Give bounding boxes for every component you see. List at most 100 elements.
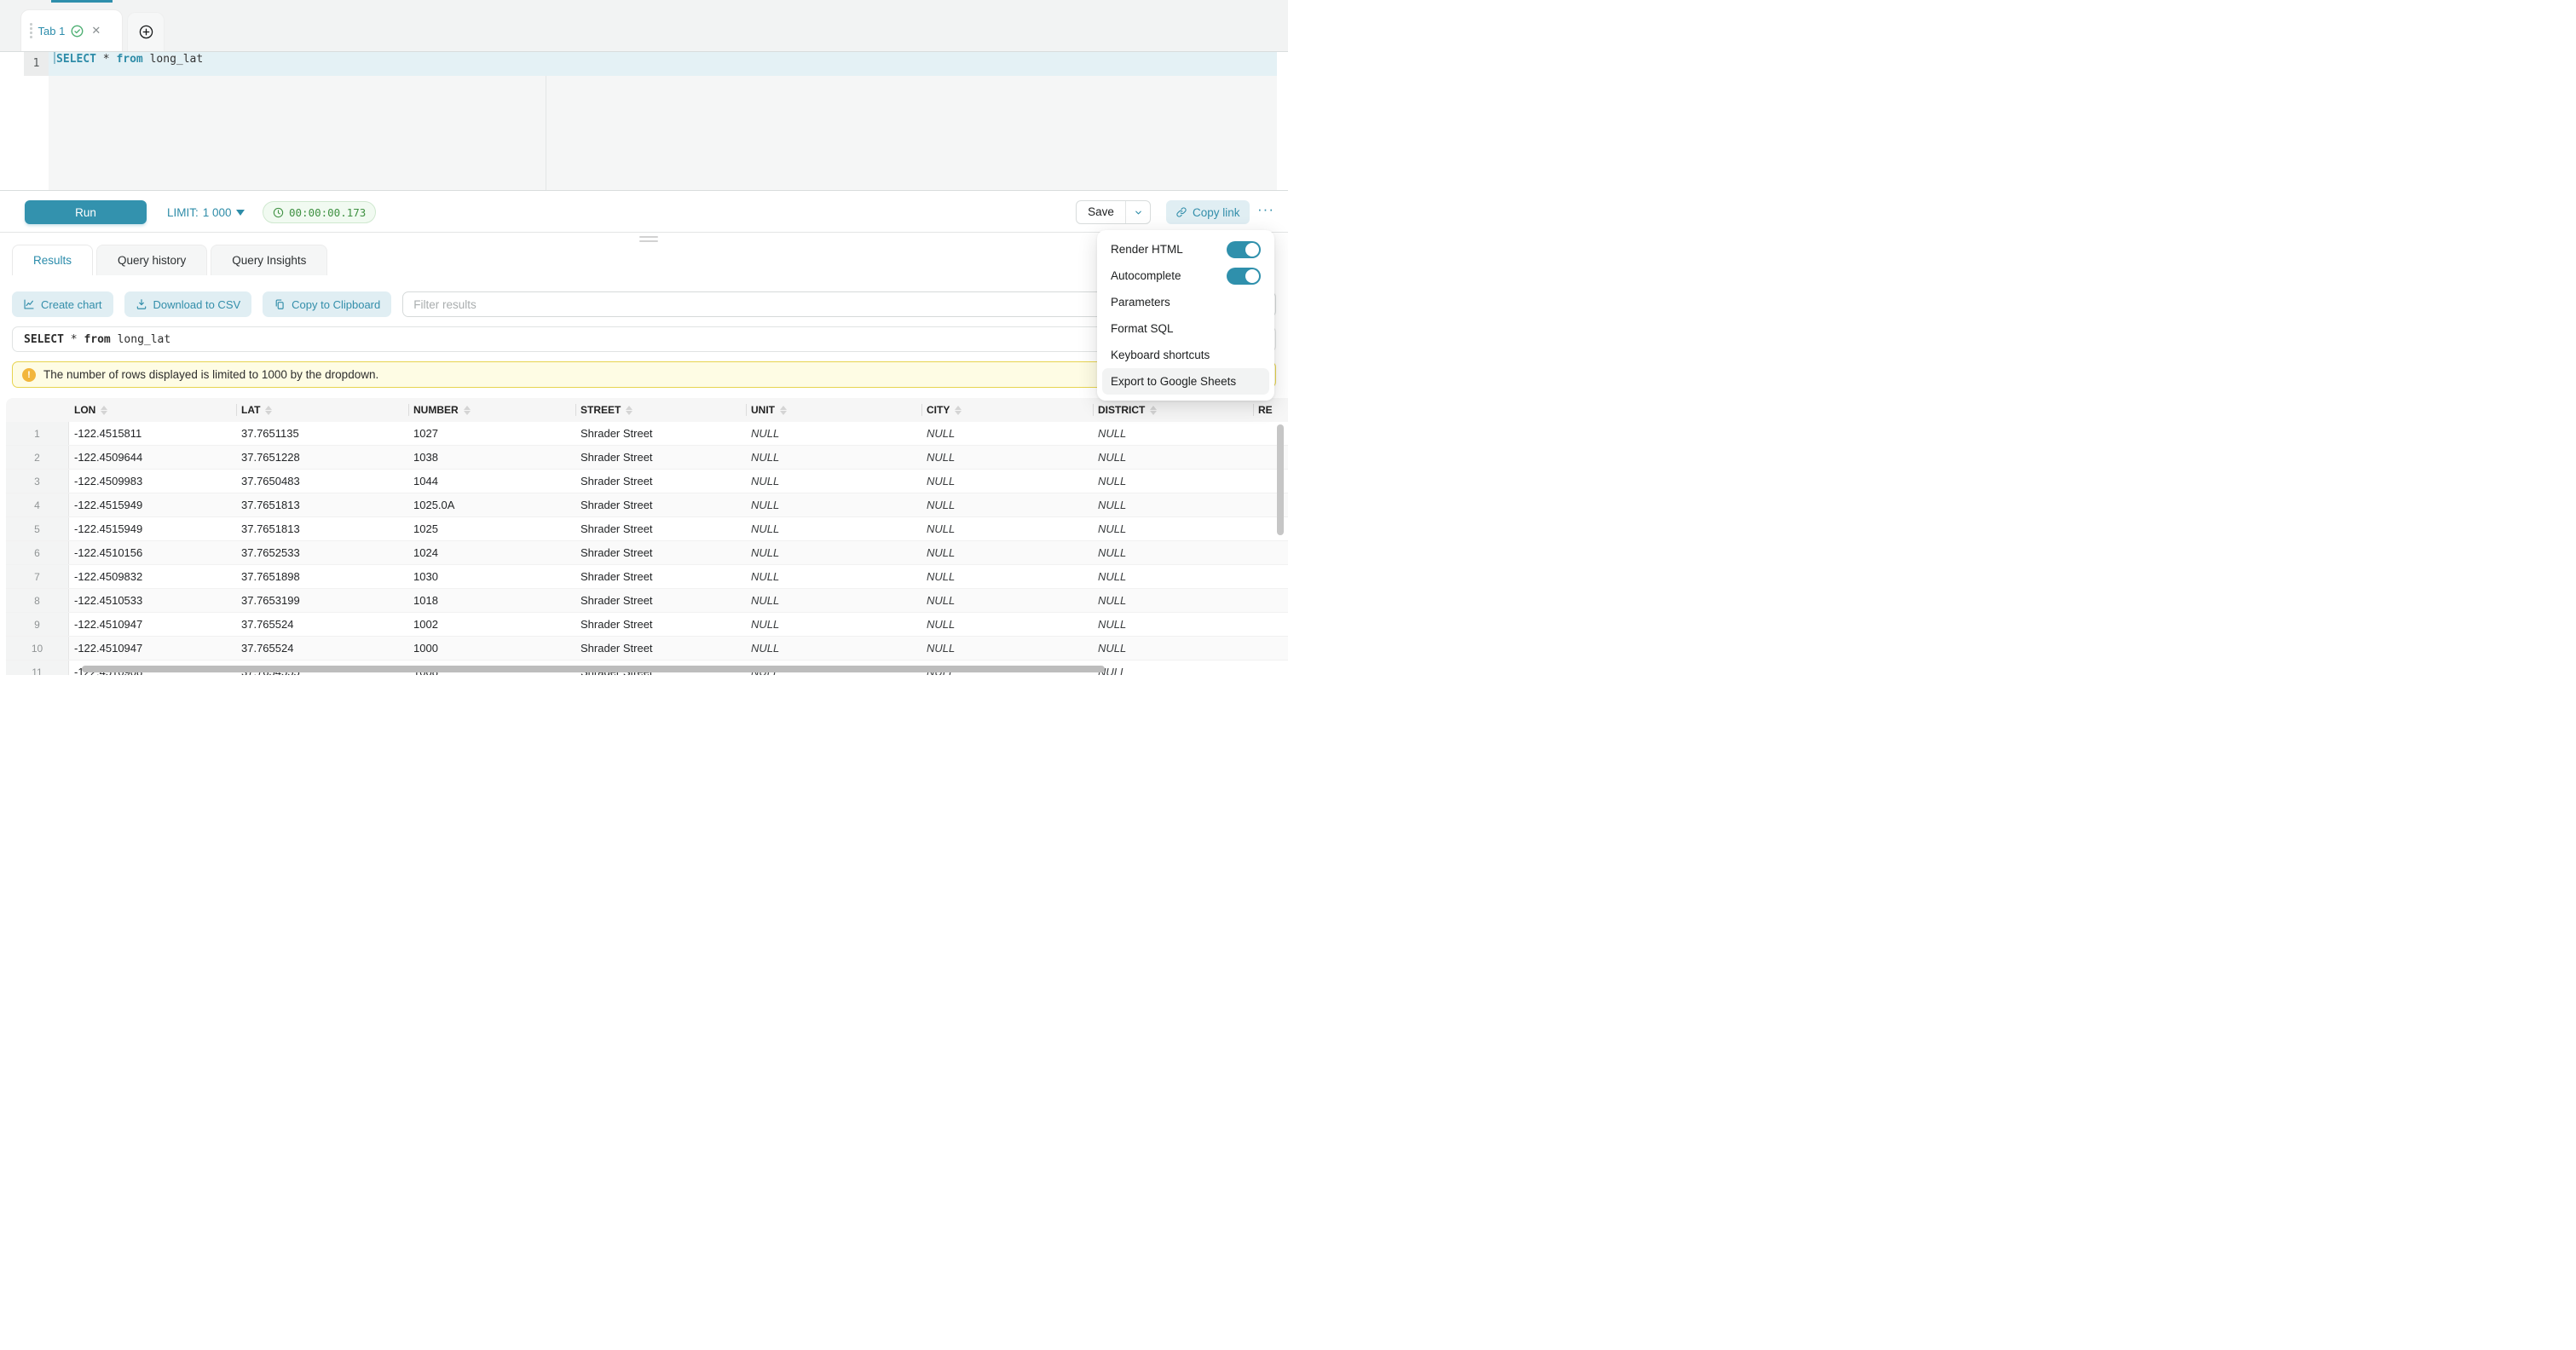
table-cell: 37.7652533 bbox=[236, 541, 408, 564]
row-limit-warning: ! The number of rows displayed is limite… bbox=[12, 361, 1276, 388]
run-button[interactable]: Run bbox=[25, 200, 147, 224]
link-icon bbox=[1175, 206, 1187, 218]
table-cell: 37.7651228 bbox=[236, 446, 408, 469]
close-tab-icon[interactable]: ✕ bbox=[91, 24, 101, 38]
tab-strip: Tab 1 ✕ bbox=[0, 0, 1288, 51]
code-line[interactable]: SELECT * from long_lat bbox=[54, 52, 203, 76]
row-index: 9 bbox=[6, 613, 69, 636]
table-cell: 1025 bbox=[408, 517, 575, 540]
row-index: 2 bbox=[6, 446, 69, 469]
table-cell: Shrader Street bbox=[575, 565, 746, 588]
download-icon bbox=[136, 298, 147, 310]
table-cell: NULL bbox=[921, 470, 1093, 493]
table-cell: -122.4509644 bbox=[69, 446, 236, 469]
table-cell: -122.4515949 bbox=[69, 493, 236, 516]
table-cell: NULL bbox=[746, 637, 921, 660]
table-cell: NULL bbox=[921, 446, 1093, 469]
limit-dropdown[interactable]: LIMIT: 1 000 bbox=[167, 200, 245, 224]
pane-resize-handle[interactable] bbox=[639, 236, 658, 245]
header-lat[interactable]: LAT bbox=[236, 398, 408, 422]
header-number[interactable]: NUMBER bbox=[408, 398, 575, 422]
table-cell: -122.4509832 bbox=[69, 565, 236, 588]
table-row[interactable]: 10-122.451094737.7655241000Shrader Stree… bbox=[6, 637, 1288, 661]
table-cell: Shrader Street bbox=[575, 446, 746, 469]
copy-clipboard-button[interactable]: Copy to Clipboard bbox=[263, 291, 391, 317]
render-html-toggle[interactable] bbox=[1227, 241, 1261, 258]
table-cell: NULL bbox=[1093, 493, 1253, 516]
download-csv-button[interactable]: Download to CSV bbox=[124, 291, 252, 317]
save-options-button[interactable] bbox=[1125, 201, 1150, 223]
menu-item-export-google-sheets[interactable]: Export to Google Sheets bbox=[1102, 368, 1269, 395]
table-row[interactable]: 7-122.450983237.76518981030Shrader Stree… bbox=[6, 565, 1288, 589]
copy-link-button[interactable]: Copy link bbox=[1166, 200, 1250, 224]
row-index: 5 bbox=[6, 517, 69, 540]
new-tab-button[interactable] bbox=[128, 13, 164, 51]
sort-icon[interactable] bbox=[955, 406, 962, 415]
table-cell: NULL bbox=[921, 613, 1093, 636]
horizontal-scrollbar[interactable] bbox=[82, 666, 1105, 672]
text-cursor bbox=[54, 52, 55, 64]
table-cell: NULL bbox=[746, 446, 921, 469]
tab-results[interactable]: Results bbox=[12, 245, 93, 275]
menu-item-autocomplete[interactable]: Autocomplete bbox=[1102, 262, 1269, 289]
menu-item-parameters[interactable]: Parameters bbox=[1102, 289, 1269, 315]
save-button[interactable]: Save bbox=[1077, 201, 1125, 223]
table-cell: 37.7651898 bbox=[236, 565, 408, 588]
table-row[interactable]: 5-122.451594937.76518131025Shrader Stree… bbox=[6, 517, 1288, 541]
table-cell: Shrader Street bbox=[575, 422, 746, 445]
header-street[interactable]: STREET bbox=[575, 398, 746, 422]
table-cell: 1024 bbox=[408, 541, 575, 564]
warning-icon: ! bbox=[22, 368, 36, 382]
sort-icon[interactable] bbox=[626, 406, 632, 415]
tab-editor[interactable]: Tab 1 ✕ bbox=[21, 10, 122, 51]
autocomplete-toggle[interactable] bbox=[1227, 268, 1261, 285]
table-cell: 1038 bbox=[408, 446, 575, 469]
menu-item-keyboard-shortcuts[interactable]: Keyboard shortcuts bbox=[1102, 342, 1269, 368]
table-row[interactable]: 3-122.450998337.76504831044Shrader Stree… bbox=[6, 470, 1288, 493]
sql-editor-app: Tab 1 ✕ 1 SELECT * from long_lat Run LIM… bbox=[0, 0, 1288, 675]
menu-item-render-html[interactable]: Render HTML bbox=[1102, 236, 1269, 262]
table-cell: Shrader Street bbox=[575, 541, 746, 564]
tab-query-history[interactable]: Query history bbox=[96, 245, 207, 275]
tab-query-insights[interactable]: Query Insights bbox=[211, 245, 327, 275]
more-options-button[interactable]: ··· bbox=[1253, 200, 1279, 224]
header-district[interactable]: DISTRICT bbox=[1093, 398, 1253, 422]
sort-icon[interactable] bbox=[265, 406, 272, 415]
vertical-scrollbar[interactable] bbox=[1277, 424, 1284, 535]
table-cell: Shrader Street bbox=[575, 637, 746, 660]
table-cell: NULL bbox=[746, 422, 921, 445]
create-chart-button[interactable]: Create chart bbox=[12, 291, 113, 317]
table-cell: NULL bbox=[921, 422, 1093, 445]
header-lon[interactable]: LON bbox=[69, 398, 236, 422]
drag-grip-icon bbox=[30, 23, 32, 38]
header-re[interactable]: RE bbox=[1253, 398, 1288, 422]
sort-icon[interactable] bbox=[1150, 406, 1157, 415]
table-header: LON LAT NUMBER STREET UNIT CITY DISTRICT… bbox=[6, 398, 1288, 422]
table-cell bbox=[1253, 613, 1288, 636]
table-cell: 1044 bbox=[408, 470, 575, 493]
sql-code-editor[interactable]: 1 SELECT * from long_lat bbox=[0, 51, 1288, 191]
table-cell: 1025.0A bbox=[408, 493, 575, 516]
table-row[interactable]: 4-122.451594937.76518131025.0AShrader St… bbox=[6, 493, 1288, 517]
header-city[interactable]: CITY bbox=[921, 398, 1093, 422]
row-index: 8 bbox=[6, 589, 69, 612]
row-index: 1 bbox=[6, 422, 69, 445]
sort-icon[interactable] bbox=[101, 406, 107, 415]
table-row[interactable]: 1-122.451581137.76511351027Shrader Stree… bbox=[6, 422, 1288, 446]
table-cell: 37.7650483 bbox=[236, 470, 408, 493]
table-row[interactable]: 9-122.451094737.7655241002Shrader Street… bbox=[6, 613, 1288, 637]
table-cell: NULL bbox=[921, 493, 1093, 516]
table-cell: NULL bbox=[746, 517, 921, 540]
sort-icon[interactable] bbox=[464, 406, 471, 415]
table-row[interactable]: 6-122.451015637.76525331024Shrader Stree… bbox=[6, 541, 1288, 565]
header-unit[interactable]: UNIT bbox=[746, 398, 921, 422]
table-row[interactable]: 2-122.450964437.76512281038Shrader Stree… bbox=[6, 446, 1288, 470]
table-cell bbox=[1253, 541, 1288, 564]
sort-icon[interactable] bbox=[780, 406, 787, 415]
table-cell: Shrader Street bbox=[575, 613, 746, 636]
table-cell: NULL bbox=[746, 470, 921, 493]
table-cell: -122.4510947 bbox=[69, 613, 236, 636]
menu-item-format-sql[interactable]: Format SQL bbox=[1102, 315, 1269, 342]
table-row[interactable]: 8-122.451053337.76531991018Shrader Stree… bbox=[6, 589, 1288, 613]
table-cell bbox=[1253, 565, 1288, 588]
